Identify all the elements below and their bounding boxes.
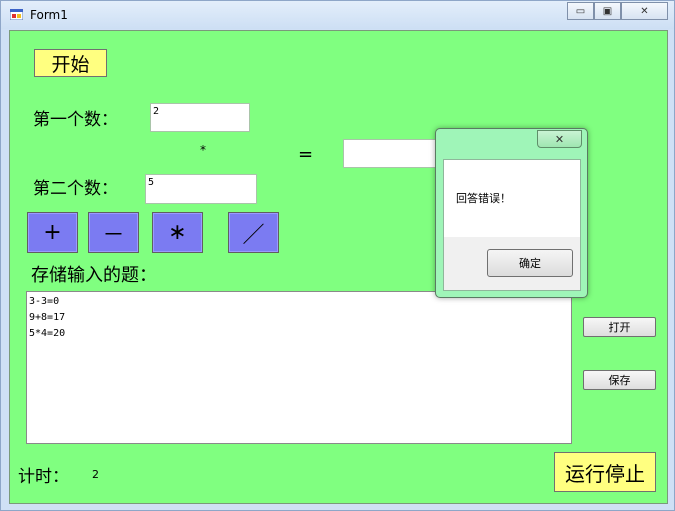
store-label: 存储输入的题：	[31, 265, 157, 286]
second-number-input[interactable]: 5	[145, 174, 257, 204]
run-stop-button[interactable]: 运行停止	[554, 452, 656, 492]
subtract-button[interactable]: －	[88, 212, 139, 253]
minimize-icon: ▭	[575, 5, 586, 17]
dialog-body: 回答错误！ 确定	[443, 159, 581, 291]
form-app-icon	[10, 9, 23, 20]
close-button[interactable]: ✕	[621, 2, 668, 20]
start-button[interactable]: 开始	[34, 49, 107, 77]
dialog-close-button[interactable]: ✕	[537, 130, 582, 148]
dialog-footer: 确定	[444, 237, 580, 290]
multiply-button[interactable]: ∗	[152, 212, 203, 253]
main-window: Form1 ▭ ▣ ✕ 开始 第一个数： 2 * = 第二个数： 5 + － ∗…	[0, 0, 675, 511]
open-button[interactable]: 打开	[583, 317, 656, 337]
message-dialog: ✕ 回答错误！ 确定	[435, 128, 588, 298]
first-number-label: 第一个数：	[33, 110, 118, 130]
equals-label: =	[298, 144, 314, 165]
ok-button[interactable]: 确定	[487, 249, 573, 277]
timer-value: 2	[92, 468, 99, 481]
save-button[interactable]: 保存	[583, 370, 656, 390]
stored-problems-textarea[interactable]: 3-3=0 9+8=17 5*4=20	[26, 291, 572, 444]
minimize-button[interactable]: ▭	[567, 2, 594, 20]
add-button[interactable]: +	[27, 212, 78, 253]
maximize-icon: ▣	[602, 5, 613, 17]
second-number-label: 第二个数：	[33, 179, 118, 199]
window-title: Form1	[30, 8, 68, 22]
close-icon: ✕	[554, 132, 565, 146]
timer-label: 计时：	[18, 467, 69, 487]
close-icon: ✕	[640, 5, 649, 17]
list-item: 9+8=17	[29, 312, 66, 323]
title-bar[interactable]: Form1 ▭ ▣ ✕	[1, 1, 674, 29]
divide-button[interactable]: ／	[228, 212, 279, 253]
first-number-input[interactable]: 2	[150, 103, 250, 132]
operator-label: *	[200, 143, 206, 157]
list-item: 5*4=20	[29, 328, 66, 339]
dialog-message: 回答错误！	[456, 192, 511, 205]
maximize-button[interactable]: ▣	[594, 2, 621, 20]
